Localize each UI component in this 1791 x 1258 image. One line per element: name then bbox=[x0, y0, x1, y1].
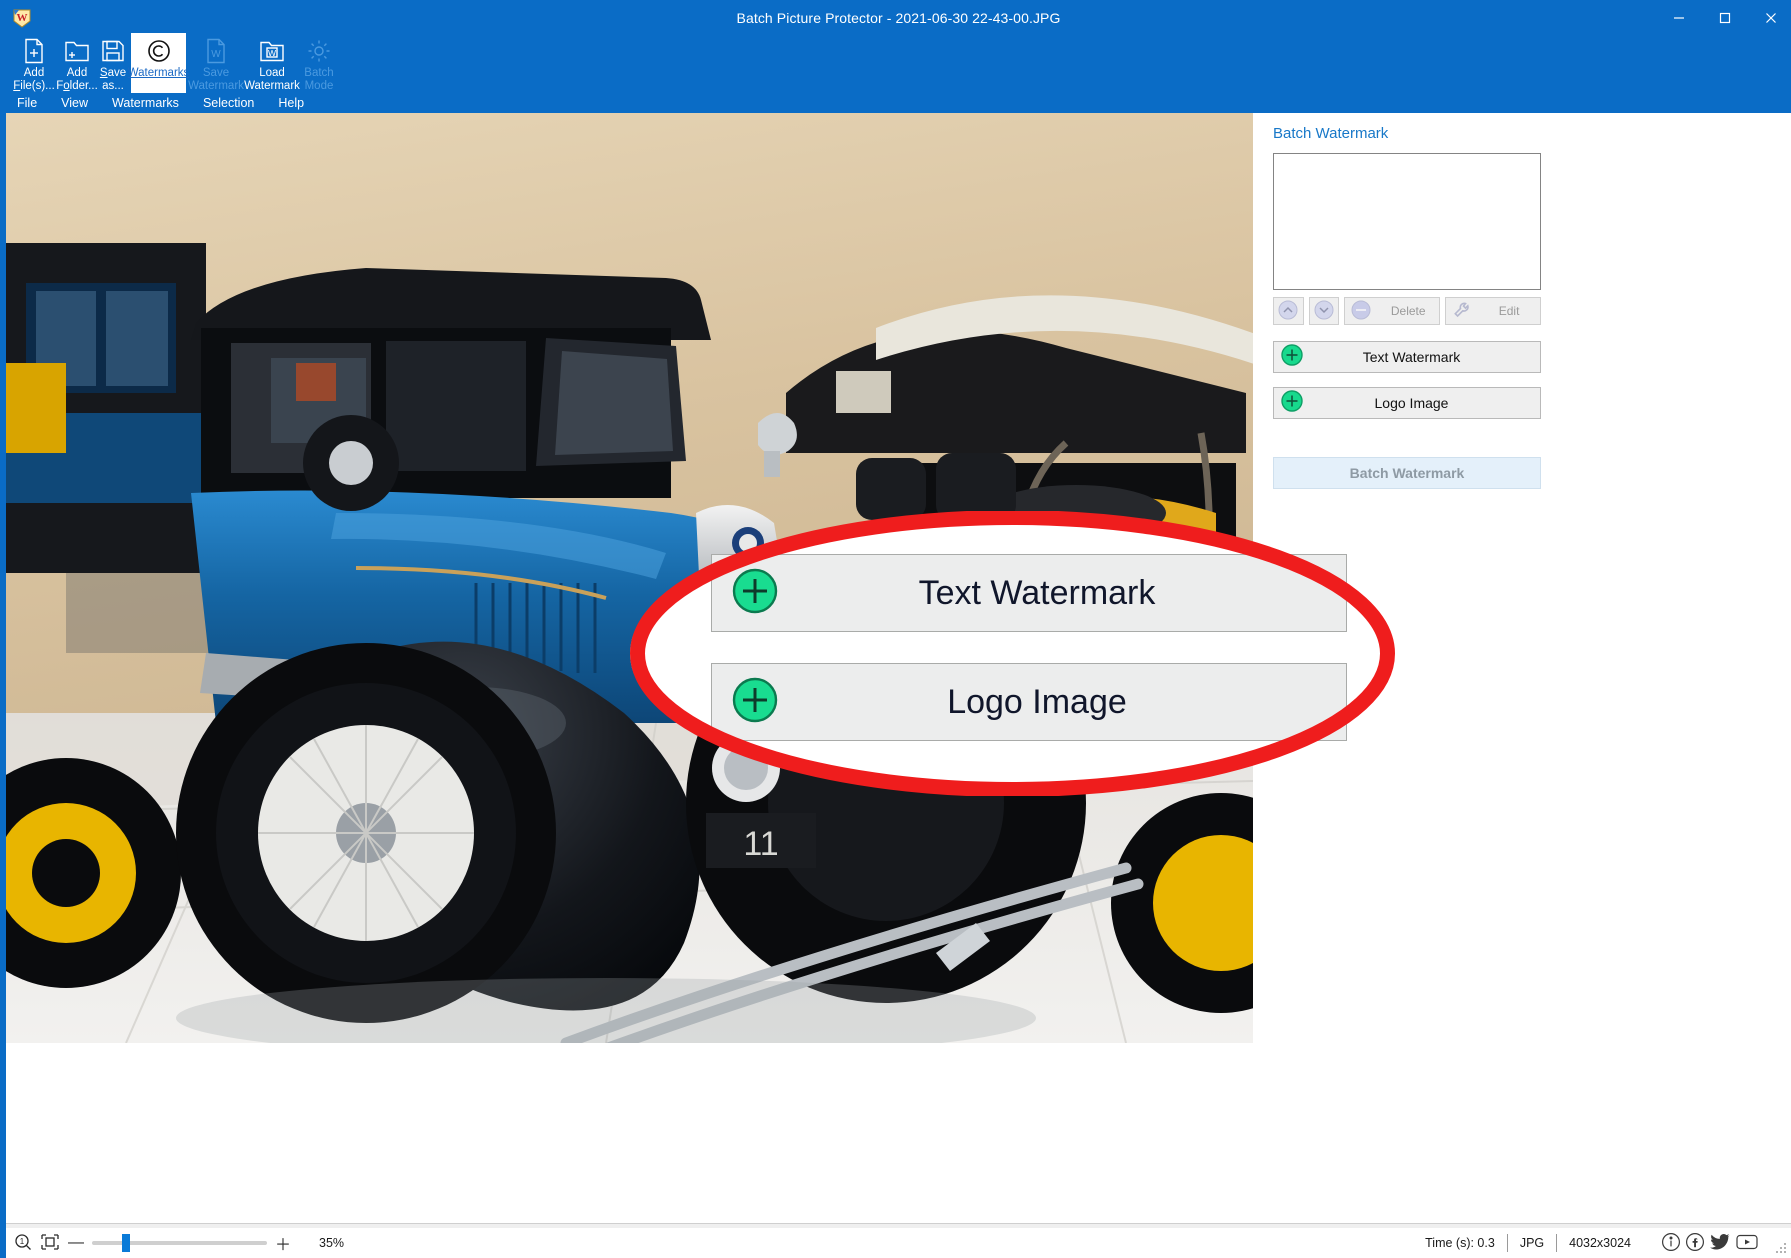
plus-circle-icon bbox=[1281, 389, 1303, 417]
edit-button-label: Edit bbox=[1498, 304, 1520, 318]
social-links bbox=[1661, 1232, 1759, 1255]
toolbar-button-save-watermark: W Save Watermark bbox=[187, 33, 245, 93]
status-separator bbox=[1556, 1234, 1558, 1252]
svg-text:W: W bbox=[268, 48, 276, 58]
toolbar-button-load-watermark[interactable]: W Load Watermark bbox=[243, 33, 301, 93]
add-logo-image-button[interactable]: Logo Image bbox=[1273, 387, 1541, 419]
maximize-button[interactable] bbox=[1702, 3, 1748, 33]
menu-item-file[interactable]: File bbox=[17, 96, 37, 110]
add-text-watermark-label: Text Watermark bbox=[1362, 349, 1461, 365]
zoom-controls: 1 — ＋ 35% bbox=[6, 1231, 344, 1255]
zoom-in-button[interactable]: ＋ bbox=[275, 1231, 291, 1255]
menu-item-help[interactable]: Help bbox=[278, 96, 304, 110]
twitter-bird-icon[interactable] bbox=[1709, 1232, 1731, 1255]
menu-item-view[interactable]: View bbox=[61, 96, 88, 110]
status-right-group: Time (s): 0.3 JPG 4032x3024 bbox=[1425, 1232, 1791, 1255]
zoom-percentage: 35% bbox=[319, 1236, 345, 1250]
toolbar-button-save-as[interactable]: Save as... bbox=[95, 33, 131, 93]
toolbar-label-add-files: Add File(s)... bbox=[13, 67, 55, 92]
info-circle-icon[interactable] bbox=[1661, 1232, 1681, 1255]
zoom-slider[interactable] bbox=[92, 1234, 267, 1252]
chevron-up-circle-icon bbox=[1278, 300, 1298, 323]
application-window: W Batch Picture Protector - 2021-06-30 2… bbox=[0, 0, 1791, 1258]
plus-circle-icon bbox=[1281, 343, 1303, 371]
facebook-icon[interactable] bbox=[1685, 1232, 1705, 1255]
floppy-disk-icon bbox=[101, 38, 125, 64]
zoom-out-button[interactable]: — bbox=[68, 1234, 84, 1252]
delete-button-label: Delete bbox=[1390, 304, 1426, 318]
delete-button: Delete bbox=[1344, 297, 1441, 325]
watermark-list[interactable] bbox=[1273, 153, 1541, 290]
move-down-button bbox=[1308, 297, 1340, 325]
batch-watermark-panel: Batch Watermark Delete Edit Text Waterma… bbox=[1253, 113, 1791, 1223]
svg-text:1: 1 bbox=[20, 1237, 25, 1246]
client-area: 11 Batch Watermark Delete Edit Text Wate… bbox=[6, 113, 1791, 1258]
minimize-button[interactable] bbox=[1656, 3, 1702, 33]
watermark-list-toolbar: Delete Edit bbox=[1273, 297, 1541, 325]
zoom-slider-thumb[interactable] bbox=[122, 1234, 130, 1252]
preview-image[interactable]: 11 bbox=[6, 113, 1253, 1043]
close-button[interactable] bbox=[1748, 3, 1791, 33]
resize-grip[interactable] bbox=[1775, 1242, 1787, 1254]
gear-icon bbox=[307, 38, 331, 64]
image-format: JPG bbox=[1519, 1236, 1545, 1250]
svg-text:W: W bbox=[17, 12, 28, 24]
title-bar: W Batch Picture Protector - 2021-06-30 2… bbox=[3, 3, 1791, 33]
youtube-play-icon[interactable] bbox=[1735, 1232, 1759, 1255]
wrench-icon bbox=[1452, 300, 1472, 323]
toolbar-label-load-watermark: Load Watermark bbox=[244, 67, 300, 92]
window-controls bbox=[1656, 3, 1791, 33]
minus-circle-icon bbox=[1351, 300, 1371, 323]
processing-time: Time (s): 0.3 bbox=[1425, 1236, 1495, 1250]
svg-text:11: 11 bbox=[743, 825, 778, 863]
toolbar-label-watermarks: Watermarks bbox=[127, 67, 190, 79]
w-folder-icon: W bbox=[259, 38, 285, 64]
fit-to-window-icon[interactable] bbox=[40, 1233, 60, 1254]
image-canvas[interactable]: 11 bbox=[6, 113, 1253, 1223]
toolbar-button-watermarks[interactable]: Watermarks bbox=[128, 33, 189, 93]
menu-item-selection[interactable]: Selection bbox=[203, 96, 254, 110]
batch-watermark-button: Batch Watermark bbox=[1273, 457, 1541, 489]
image-dimensions: 4032x3024 bbox=[1569, 1236, 1631, 1250]
toolbar-button-batch-mode: Batch Mode bbox=[299, 33, 339, 93]
chevron-down-circle-icon bbox=[1314, 300, 1334, 323]
toolbar-label-save-as: Save as... bbox=[99, 67, 127, 92]
magnifier-one-icon[interactable]: 1 bbox=[14, 1233, 32, 1254]
add-logo-image-label: Logo Image bbox=[1374, 395, 1449, 411]
toolbar-label-add-folder: Add Folder... bbox=[56, 67, 98, 92]
menu-item-watermarks[interactable]: Watermarks bbox=[112, 96, 179, 110]
toolbar-label-batch-mode: Batch Mode bbox=[304, 67, 334, 92]
toolbar-label-save-watermark: Save Watermark bbox=[188, 67, 244, 92]
edit-button: Edit bbox=[1445, 297, 1541, 325]
w-file-icon: W bbox=[205, 38, 227, 64]
folder-plus-icon bbox=[64, 38, 90, 64]
svg-text:W: W bbox=[211, 49, 221, 60]
status-separator bbox=[1506, 1234, 1508, 1252]
copyright-icon bbox=[146, 38, 172, 64]
window-title: Batch Picture Protector - 2021-06-30 22-… bbox=[736, 10, 1061, 26]
toolbar: AddFile(s)... AddFolder... Saveas... bbox=[3, 33, 1791, 93]
add-text-watermark-button[interactable]: Text Watermark bbox=[1273, 341, 1541, 373]
panel-title: Batch Watermark bbox=[1273, 125, 1389, 142]
file-plus-icon bbox=[22, 38, 46, 64]
menu-bar: File View Watermarks Selection Help bbox=[3, 93, 1791, 113]
move-up-button bbox=[1273, 297, 1304, 325]
status-bar: 1 — ＋ 35% Time (s): 0.3 JPG 4032x3024 bbox=[6, 1228, 1791, 1258]
app-logo-icon: W bbox=[11, 7, 33, 29]
